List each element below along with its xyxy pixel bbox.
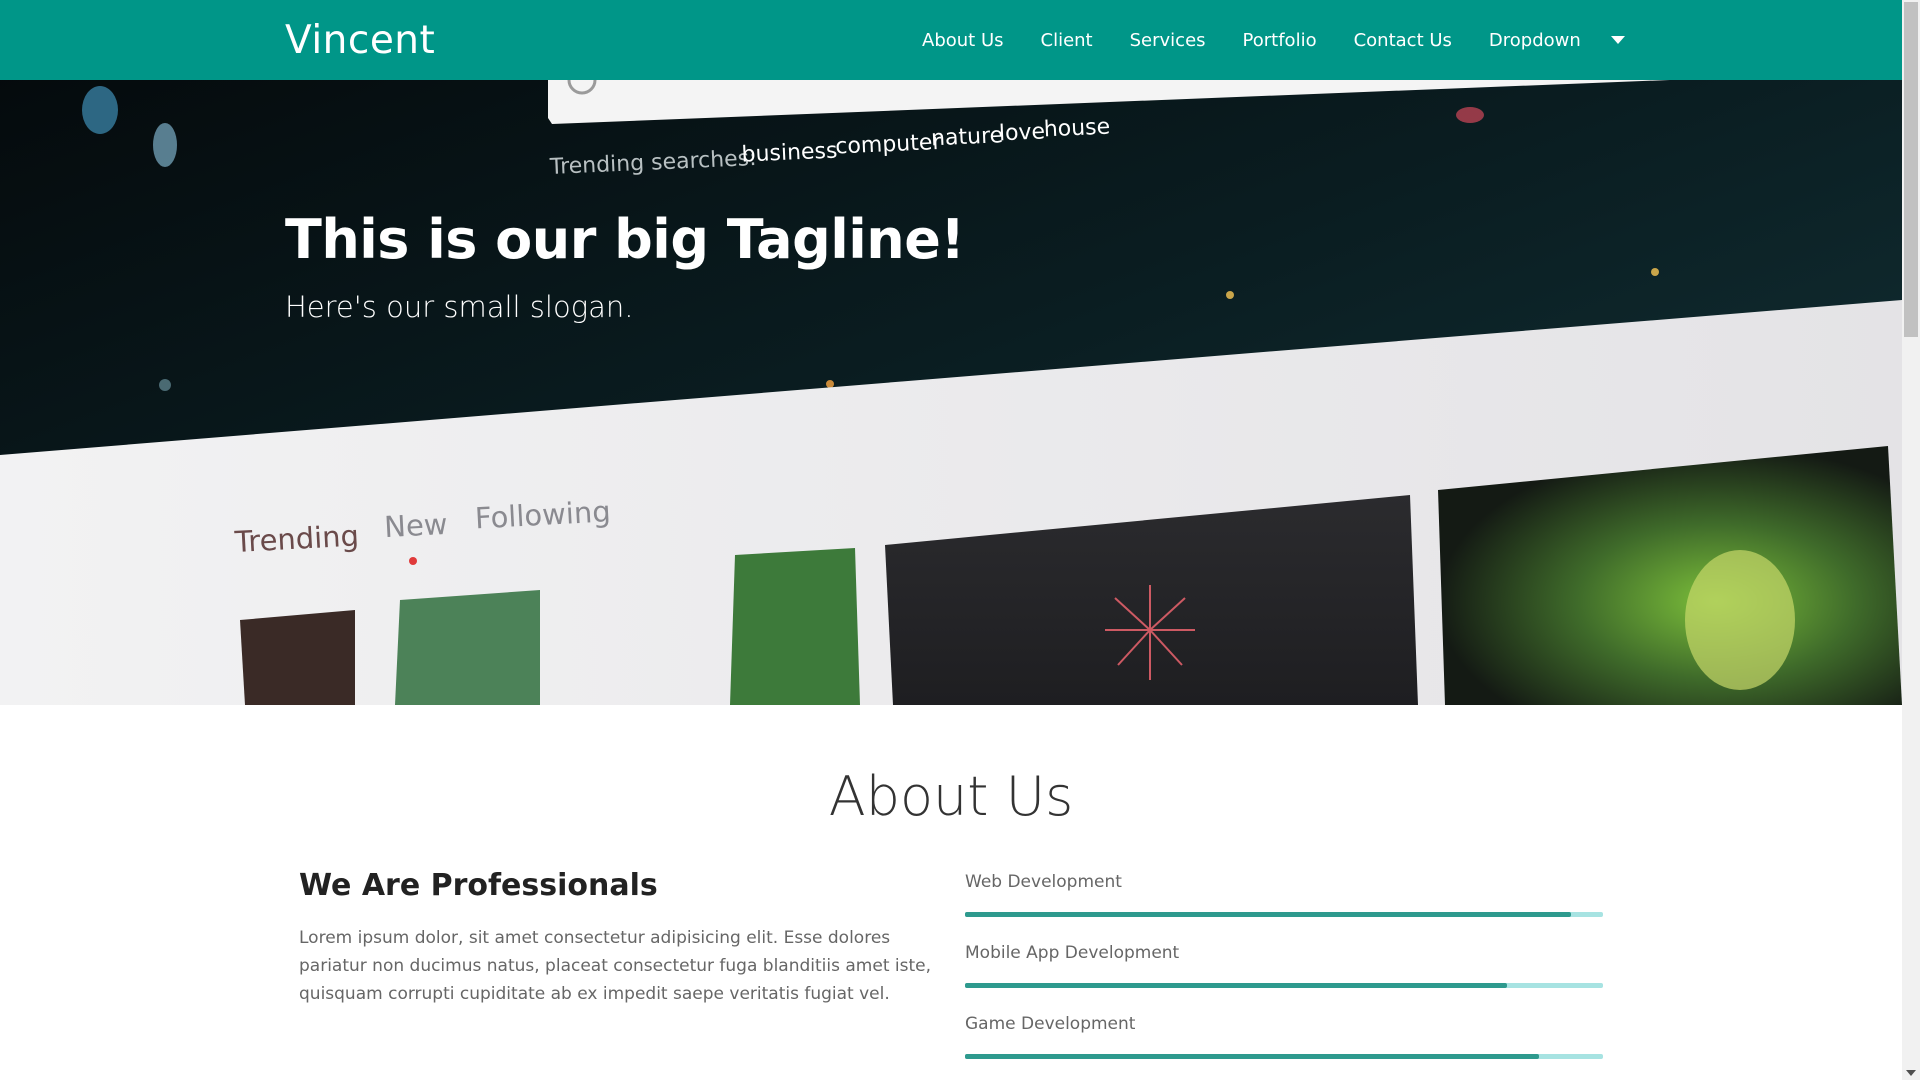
skill-progress-track <box>965 912 1603 917</box>
nav-link-contact-us[interactable]: Contact Us <box>1354 30 1452 51</box>
scrollbar-thumb[interactable] <box>1904 2 1918 337</box>
skill-progress-fill <box>965 983 1508 988</box>
svg-text:business: business <box>741 138 838 167</box>
skill-label: Web Development <box>965 872 1122 892</box>
skill-progress-track <box>965 983 1603 988</box>
nav-dropdown-toggle[interactable]: Dropdown <box>1489 30 1625 51</box>
hero-tagline: This is our big Tagline! <box>285 208 965 271</box>
scroll-down-arrow-icon[interactable] <box>1906 1070 1916 1076</box>
skills-list: Web Development Mobile App Development G… <box>965 870 1603 1080</box>
nav-link-services[interactable]: Services <box>1130 30 1206 51</box>
about-heading: We Are Professionals <box>299 868 658 903</box>
skill-label: Game Development <box>965 1014 1136 1034</box>
skill-progress-track <box>965 1054 1603 1059</box>
skill-progress-fill <box>965 1054 1540 1059</box>
skill-label: Mobile App Development <box>965 943 1180 963</box>
page-scrollbar[interactable] <box>1902 0 1920 1080</box>
svg-text:New: New <box>383 507 448 544</box>
skill-progress-fill <box>965 912 1572 917</box>
hero-slogan: Here's our small slogan. <box>285 290 634 324</box>
svg-text:computer: computer <box>835 130 943 160</box>
brand-logo[interactable]: Vincent <box>285 18 435 63</box>
nav-link-portfolio[interactable]: Portfolio <box>1243 30 1317 51</box>
nav-link-client[interactable]: Client <box>1041 30 1093 51</box>
about-body-text: Lorem ipsum dolor, sit amet consectetur … <box>299 928 931 1004</box>
about-section-title: About Us <box>828 765 1074 828</box>
hero-section: Trending searches: business computer nat… <box>0 0 1902 705</box>
nav-link-about-us[interactable]: About Us <box>922 30 1004 51</box>
svg-text:Following: Following <box>474 494 611 535</box>
top-navbar: Vincent About Us Client Services Portfol… <box>0 0 1902 80</box>
skill-item: Web Development <box>965 870 1603 941</box>
hero-background-image: Trending searches: business computer nat… <box>0 0 1902 705</box>
svg-text:Trending: Trending <box>233 519 360 560</box>
skill-item: Game Development <box>965 1012 1603 1080</box>
nav-links: About Us Client Services Portfolio Conta… <box>922 0 1662 80</box>
caret-down-icon <box>1610 36 1625 44</box>
nav-dropdown-label: Dropdown <box>1488 29 1581 51</box>
svg-text:house: house <box>1043 115 1110 143</box>
svg-text:love: love <box>998 119 1045 146</box>
skill-item: Mobile App Development <box>965 941 1603 1012</box>
svg-text:nature: nature <box>931 123 1004 151</box>
